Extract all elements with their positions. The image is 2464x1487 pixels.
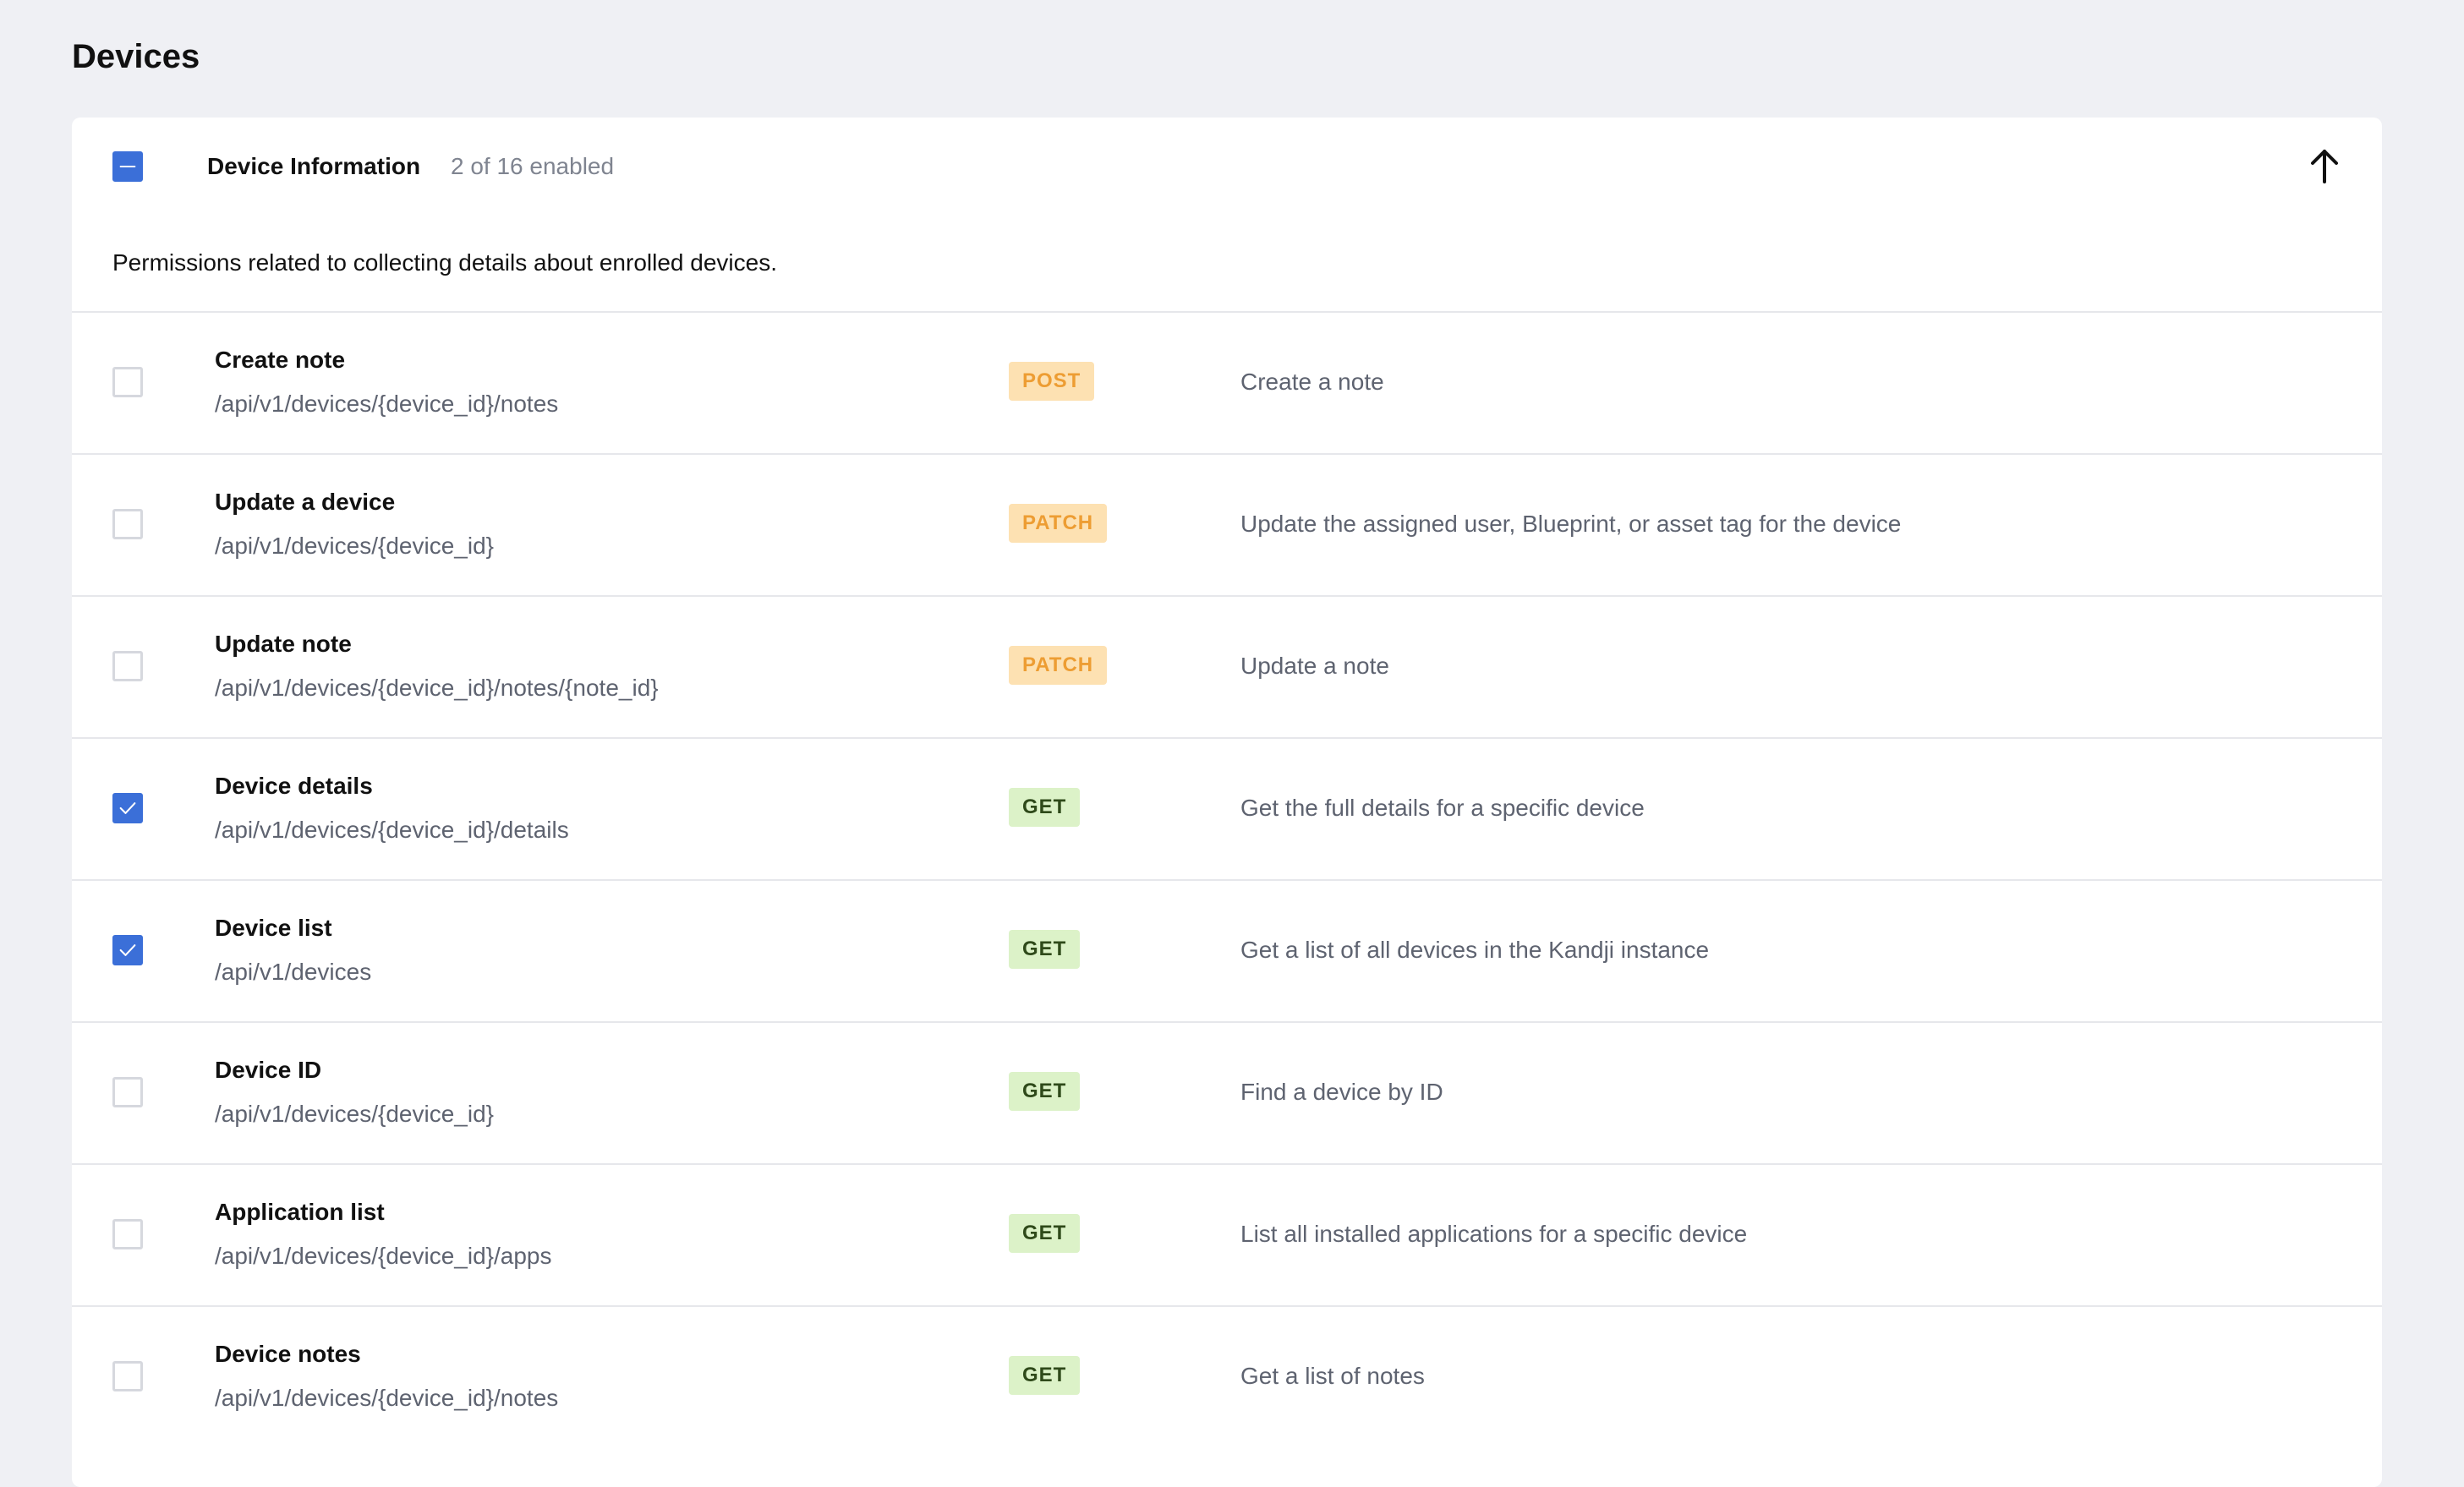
http-method-badge: GET xyxy=(1009,788,1081,827)
section-title: Device Information xyxy=(207,153,421,179)
permission-endpoint-path: /api/v1/devices/{device_id}/notes/{note_… xyxy=(215,675,659,701)
arrow-up-icon xyxy=(2311,150,2338,183)
page-title: Devices xyxy=(72,38,200,75)
section-description: Permissions related to collecting detail… xyxy=(112,249,777,276)
checkmark-icon xyxy=(119,944,136,956)
permission-row[interactable]: Application list/api/v1/devices/{device_… xyxy=(72,1163,2382,1305)
permission-description: Find a device by ID xyxy=(1240,1079,1443,1105)
permission-endpoint-path: /api/v1/devices/{device_id}/notes xyxy=(215,391,559,417)
http-method-badge: GET xyxy=(1009,930,1081,969)
permission-row[interactable]: Device notes/api/v1/devices/{device_id}/… xyxy=(72,1305,2382,1447)
permission-checkbox[interactable] xyxy=(112,509,143,539)
http-method-badge: GET xyxy=(1009,1356,1081,1395)
permission-row[interactable]: Device list/api/v1/devices GET Get a list … xyxy=(72,879,2382,1021)
permission-name: Device ID xyxy=(215,1057,322,1083)
permission-row[interactable]: Update note/api/v1/devices/{device_id}/n… xyxy=(72,595,2382,737)
permission-endpoint-path: /api/v1/devices/{device_id} xyxy=(215,533,494,559)
permission-checkbox[interactable] xyxy=(112,367,143,397)
indeterminate-dash-icon xyxy=(119,165,136,168)
permission-checkbox[interactable] xyxy=(112,1361,143,1391)
permission-name: Device notes xyxy=(215,1341,361,1367)
permission-description: Get a list of all devices in the Kandji … xyxy=(1240,937,1710,963)
permission-checkbox[interactable] xyxy=(112,651,143,681)
permission-row[interactable]: Device ID/api/v1/devices/{device_id} GET F… xyxy=(72,1021,2382,1163)
http-method-badge: GET xyxy=(1009,1072,1081,1111)
permission-checkbox[interactable] xyxy=(112,1077,143,1107)
permission-row[interactable]: Create note/api/v1/devices/{device_id}/n… xyxy=(72,311,2382,453)
permission-description: List all installed applications for a sp… xyxy=(1240,1221,1748,1247)
permission-endpoint-path: /api/v1/devices/{device_id}/details xyxy=(215,817,569,843)
section-header[interactable]: Device Information 2 of 16 enabled xyxy=(72,118,2382,214)
permission-description: Get the full details for a specific devi… xyxy=(1240,795,1645,821)
permission-description: Update a note xyxy=(1240,653,1389,679)
http-method-badge: GET xyxy=(1009,1214,1081,1253)
permission-description: Get a list of notes xyxy=(1240,1363,1425,1389)
select-all-checkbox[interactable] xyxy=(112,151,143,182)
http-method-badge: PATCH xyxy=(1009,646,1108,685)
permission-endpoint-path: /api/v1/devices/{device_id}/apps xyxy=(215,1243,552,1269)
permission-endpoint-path: /api/v1/devices/{device_id}/notes xyxy=(215,1385,559,1411)
permission-name: Update a device xyxy=(215,489,396,515)
permission-checkbox[interactable] xyxy=(112,935,143,965)
permission-description: Update the assigned user, Blueprint, or … xyxy=(1240,511,1902,537)
permission-row[interactable]: Update a device/api/v1/devices/{device_i… xyxy=(72,453,2382,595)
permission-checkbox[interactable] xyxy=(112,1219,143,1249)
permission-name: Device list xyxy=(215,915,332,941)
permission-description: Create a note xyxy=(1240,369,1384,395)
permission-name: Device details xyxy=(215,773,373,799)
permission-row[interactable]: Device details/api/v1/devices/{device_id… xyxy=(72,737,2382,879)
permission-name: Create note xyxy=(215,347,346,373)
http-method-badge: POST xyxy=(1009,362,1095,401)
permission-name: Application list xyxy=(215,1199,385,1225)
section-enabled-count: 2 of 16 enabled xyxy=(451,153,615,179)
http-method-badge: PATCH xyxy=(1009,504,1108,543)
checkmark-icon xyxy=(119,802,136,814)
permission-section-card: Device Information 2 of 16 enabled Permi… xyxy=(72,118,2382,1487)
permission-list: Create note/api/v1/devices/{device_id}/n… xyxy=(72,311,2382,1447)
permission-name: Update note xyxy=(215,631,352,657)
permission-endpoint-path: /api/v1/devices/{device_id} xyxy=(215,1101,494,1127)
permission-checkbox[interactable] xyxy=(112,793,143,823)
collapse-section-button[interactable] xyxy=(2302,145,2346,189)
permission-endpoint-path: /api/v1/devices xyxy=(215,959,372,985)
